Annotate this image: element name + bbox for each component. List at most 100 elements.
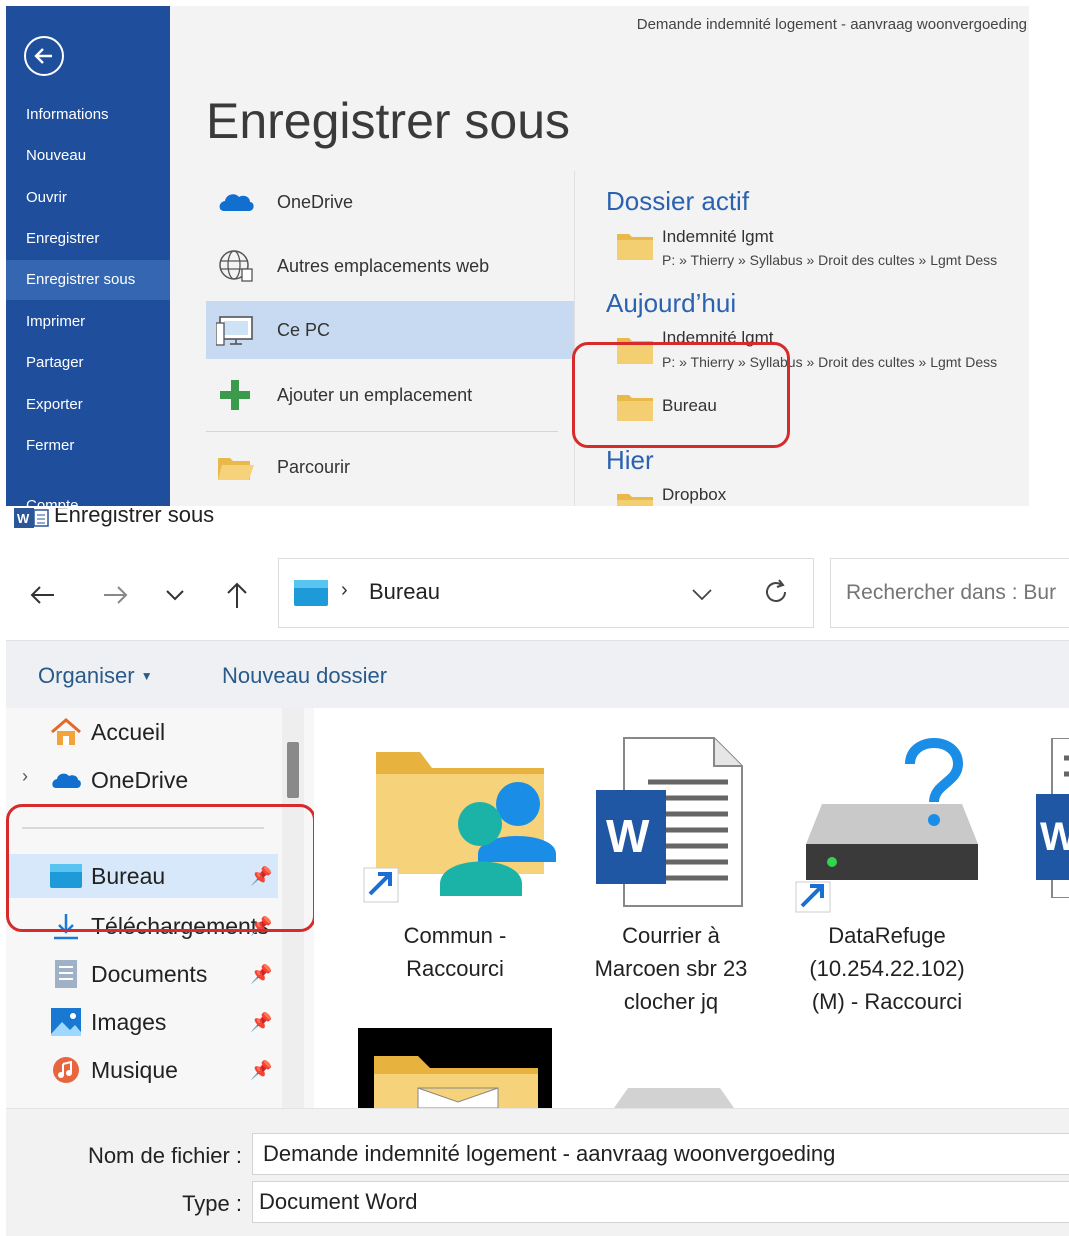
word-app-icon: W — [14, 508, 49, 528]
nav-fermer[interactable]: Fermer — [6, 426, 170, 466]
type-label: Type : — [182, 1191, 242, 1216]
svg-text:W: W — [17, 511, 30, 526]
save-options: Nom de fichier : Demande indemnité logem… — [6, 1108, 1069, 1236]
file-name: Commun - Raccourci — [403, 923, 507, 981]
shared-folder-shortcut-icon — [363, 752, 556, 903]
tree-item-label: Musique — [91, 1057, 178, 1083]
location-browse[interactable]: Parcourir — [206, 438, 574, 496]
folder-icon — [617, 234, 653, 260]
location-label: Autres emplacements web — [277, 256, 490, 276]
location-label: Ajouter un emplacement — [277, 385, 473, 405]
back-arrow-icon[interactable] — [26, 580, 60, 610]
address-bar[interactable]: › Bureau — [278, 558, 814, 628]
new-folder-button[interactable]: Nouveau dossier — [222, 663, 387, 689]
pin-icon[interactable]: 📌 — [250, 964, 272, 985]
nav-ouvrir[interactable]: Ouvrir — [6, 178, 170, 218]
chevron-down-icon[interactable] — [158, 580, 192, 610]
nav-imprimer[interactable]: Imprimer — [6, 302, 170, 342]
location-this-pc[interactable]: Ce PC — [206, 301, 574, 359]
onedrive-cloud-icon — [52, 773, 81, 788]
nav-partager[interactable]: Partager — [6, 343, 170, 383]
location-add[interactable]: Ajouter un emplacement — [206, 366, 574, 424]
divider — [206, 431, 558, 432]
nav-exporter[interactable]: Exporter — [6, 385, 170, 425]
network-drive-shortcut-icon — [795, 738, 978, 913]
home-icon — [51, 718, 81, 745]
file-item[interactable]: W Courrier à Marcoen sbr 23 clocher jq — [566, 734, 776, 1024]
tree-item-onedrive[interactable]: › OneDrive — [6, 758, 278, 802]
location-label: OneDrive — [277, 192, 354, 212]
pin-icon[interactable]: 📌 — [250, 1060, 272, 1081]
nav-compte[interactable]: Compte — [6, 486, 170, 506]
breadcrumb-separator-icon: › — [341, 579, 348, 601]
tree-item-label: Accueil — [91, 719, 166, 745]
dialog-titlebar: W Enregistrer sous — [6, 508, 1069, 540]
music-icon — [53, 1057, 79, 1083]
tree-item-images[interactable]: Images 📌 — [6, 1000, 278, 1044]
address-toolbar: › Bureau — [6, 540, 1069, 640]
file-type-value[interactable]: Document Word — [259, 1189, 418, 1215]
recent-folder-name[interactable]: Dropbox — [662, 485, 726, 505]
images-icon — [51, 1008, 81, 1036]
nav-enregistrer[interactable]: Enregistrer — [6, 219, 170, 259]
highlight-annotation — [572, 342, 790, 448]
file-type-select[interactable]: Document Word — [252, 1181, 1069, 1223]
backstage-nav: Informations Nouveau Ouvrir Enregistrer … — [6, 6, 170, 506]
refresh-icon[interactable] — [761, 577, 791, 607]
file-name: DataRefuge (10.254.22.102) (M) - Raccourci — [809, 923, 965, 1014]
globe-icon — [219, 250, 253, 282]
location-label: Parcourir — [277, 457, 351, 477]
tree-item-musique[interactable]: Musique 📌 — [6, 1048, 278, 1092]
drive-icon — [614, 1088, 734, 1108]
svg-text:W: W — [1040, 815, 1069, 859]
computer-icon — [216, 316, 253, 346]
file-item[interactable]: Commun - Raccourci — [350, 734, 560, 1024]
scrollbar-thumb[interactable] — [287, 742, 299, 798]
file-name: Courrier à Marcoen sbr 23 clocher jq — [594, 923, 748, 1014]
onedrive-cloud-icon — [219, 194, 254, 211]
svg-text:W: W — [606, 810, 650, 862]
location-web[interactable]: Autres emplacements web — [206, 237, 574, 295]
open-folder-icon — [218, 458, 254, 480]
file-list: Commun - Raccourci W Courrier à Marcoen sb… — [314, 708, 1069, 1108]
page-title: Enregistrer sous — [206, 93, 571, 149]
organize-button[interactable]: Organiser ▼ — [38, 663, 153, 689]
tree-item-label: Images — [91, 1009, 167, 1035]
dialog-title: Enregistrer sous — [54, 508, 215, 527]
location-onedrive[interactable]: OneDrive — [206, 173, 574, 231]
chevron-right-icon[interactable]: › — [22, 766, 28, 787]
command-bar: Organiser ▼ Nouveau dossier — [6, 640, 1069, 709]
back-arrow-icon[interactable] — [24, 36, 64, 76]
file-item[interactable]: DataRefuge (10.254.22.102) (M) - Raccourci — [782, 734, 992, 1024]
filename-label: Nom de fichier : — [87, 1143, 242, 1168]
word-document-icon: W — [596, 737, 743, 907]
recent-folder-name[interactable]: Indemnité lgmt — [662, 227, 774, 247]
word-document-icon: W — [1036, 738, 1069, 898]
filename-value[interactable]: Demande indemnité logement - aanvraag wo… — [263, 1141, 835, 1167]
organize-label: Organiser — [38, 663, 135, 688]
section-dossier-actif: Dossier actif — [606, 186, 750, 216]
pin-icon[interactable]: 📌 — [250, 1012, 272, 1033]
column-separator — [574, 171, 575, 506]
nav-enregistrer-sous[interactable]: Enregistrer sous — [6, 260, 170, 300]
forward-arrow-icon[interactable] — [98, 580, 132, 610]
save-as-dialog: W Enregistrer sous › Bureau Rechercher d… — [6, 508, 1069, 1236]
document-title: Demande indemnité logement - aanvraag wo… — [636, 16, 1027, 33]
add-plus-icon — [220, 380, 250, 410]
up-arrow-icon[interactable] — [220, 580, 254, 610]
section-hier: Hier — [606, 445, 654, 475]
search-input[interactable] — [831, 559, 1069, 627]
search-box[interactable] — [830, 558, 1069, 628]
nav-informations[interactable]: Informations — [6, 95, 170, 135]
chevron-down-icon[interactable] — [689, 581, 715, 607]
breadcrumb-current[interactable]: Bureau — [369, 579, 440, 605]
desktop-icon — [294, 580, 328, 606]
tree-item-documents[interactable]: Documents 📌 — [6, 952, 278, 996]
tree-item-accueil[interactable]: Accueil — [6, 710, 278, 754]
location-label: Ce PC — [277, 320, 331, 340]
nav-nouveau[interactable]: Nouveau — [6, 136, 170, 176]
filename-field[interactable]: Demande indemnité logement - aanvraag wo… — [252, 1133, 1069, 1175]
documents-icon — [55, 960, 77, 988]
word-backstage: Informations Nouveau Ouvrir Enregistrer … — [6, 6, 1029, 506]
recent-folder-path: P: » Thierry » Syllabus » Droit des cult… — [662, 252, 998, 268]
